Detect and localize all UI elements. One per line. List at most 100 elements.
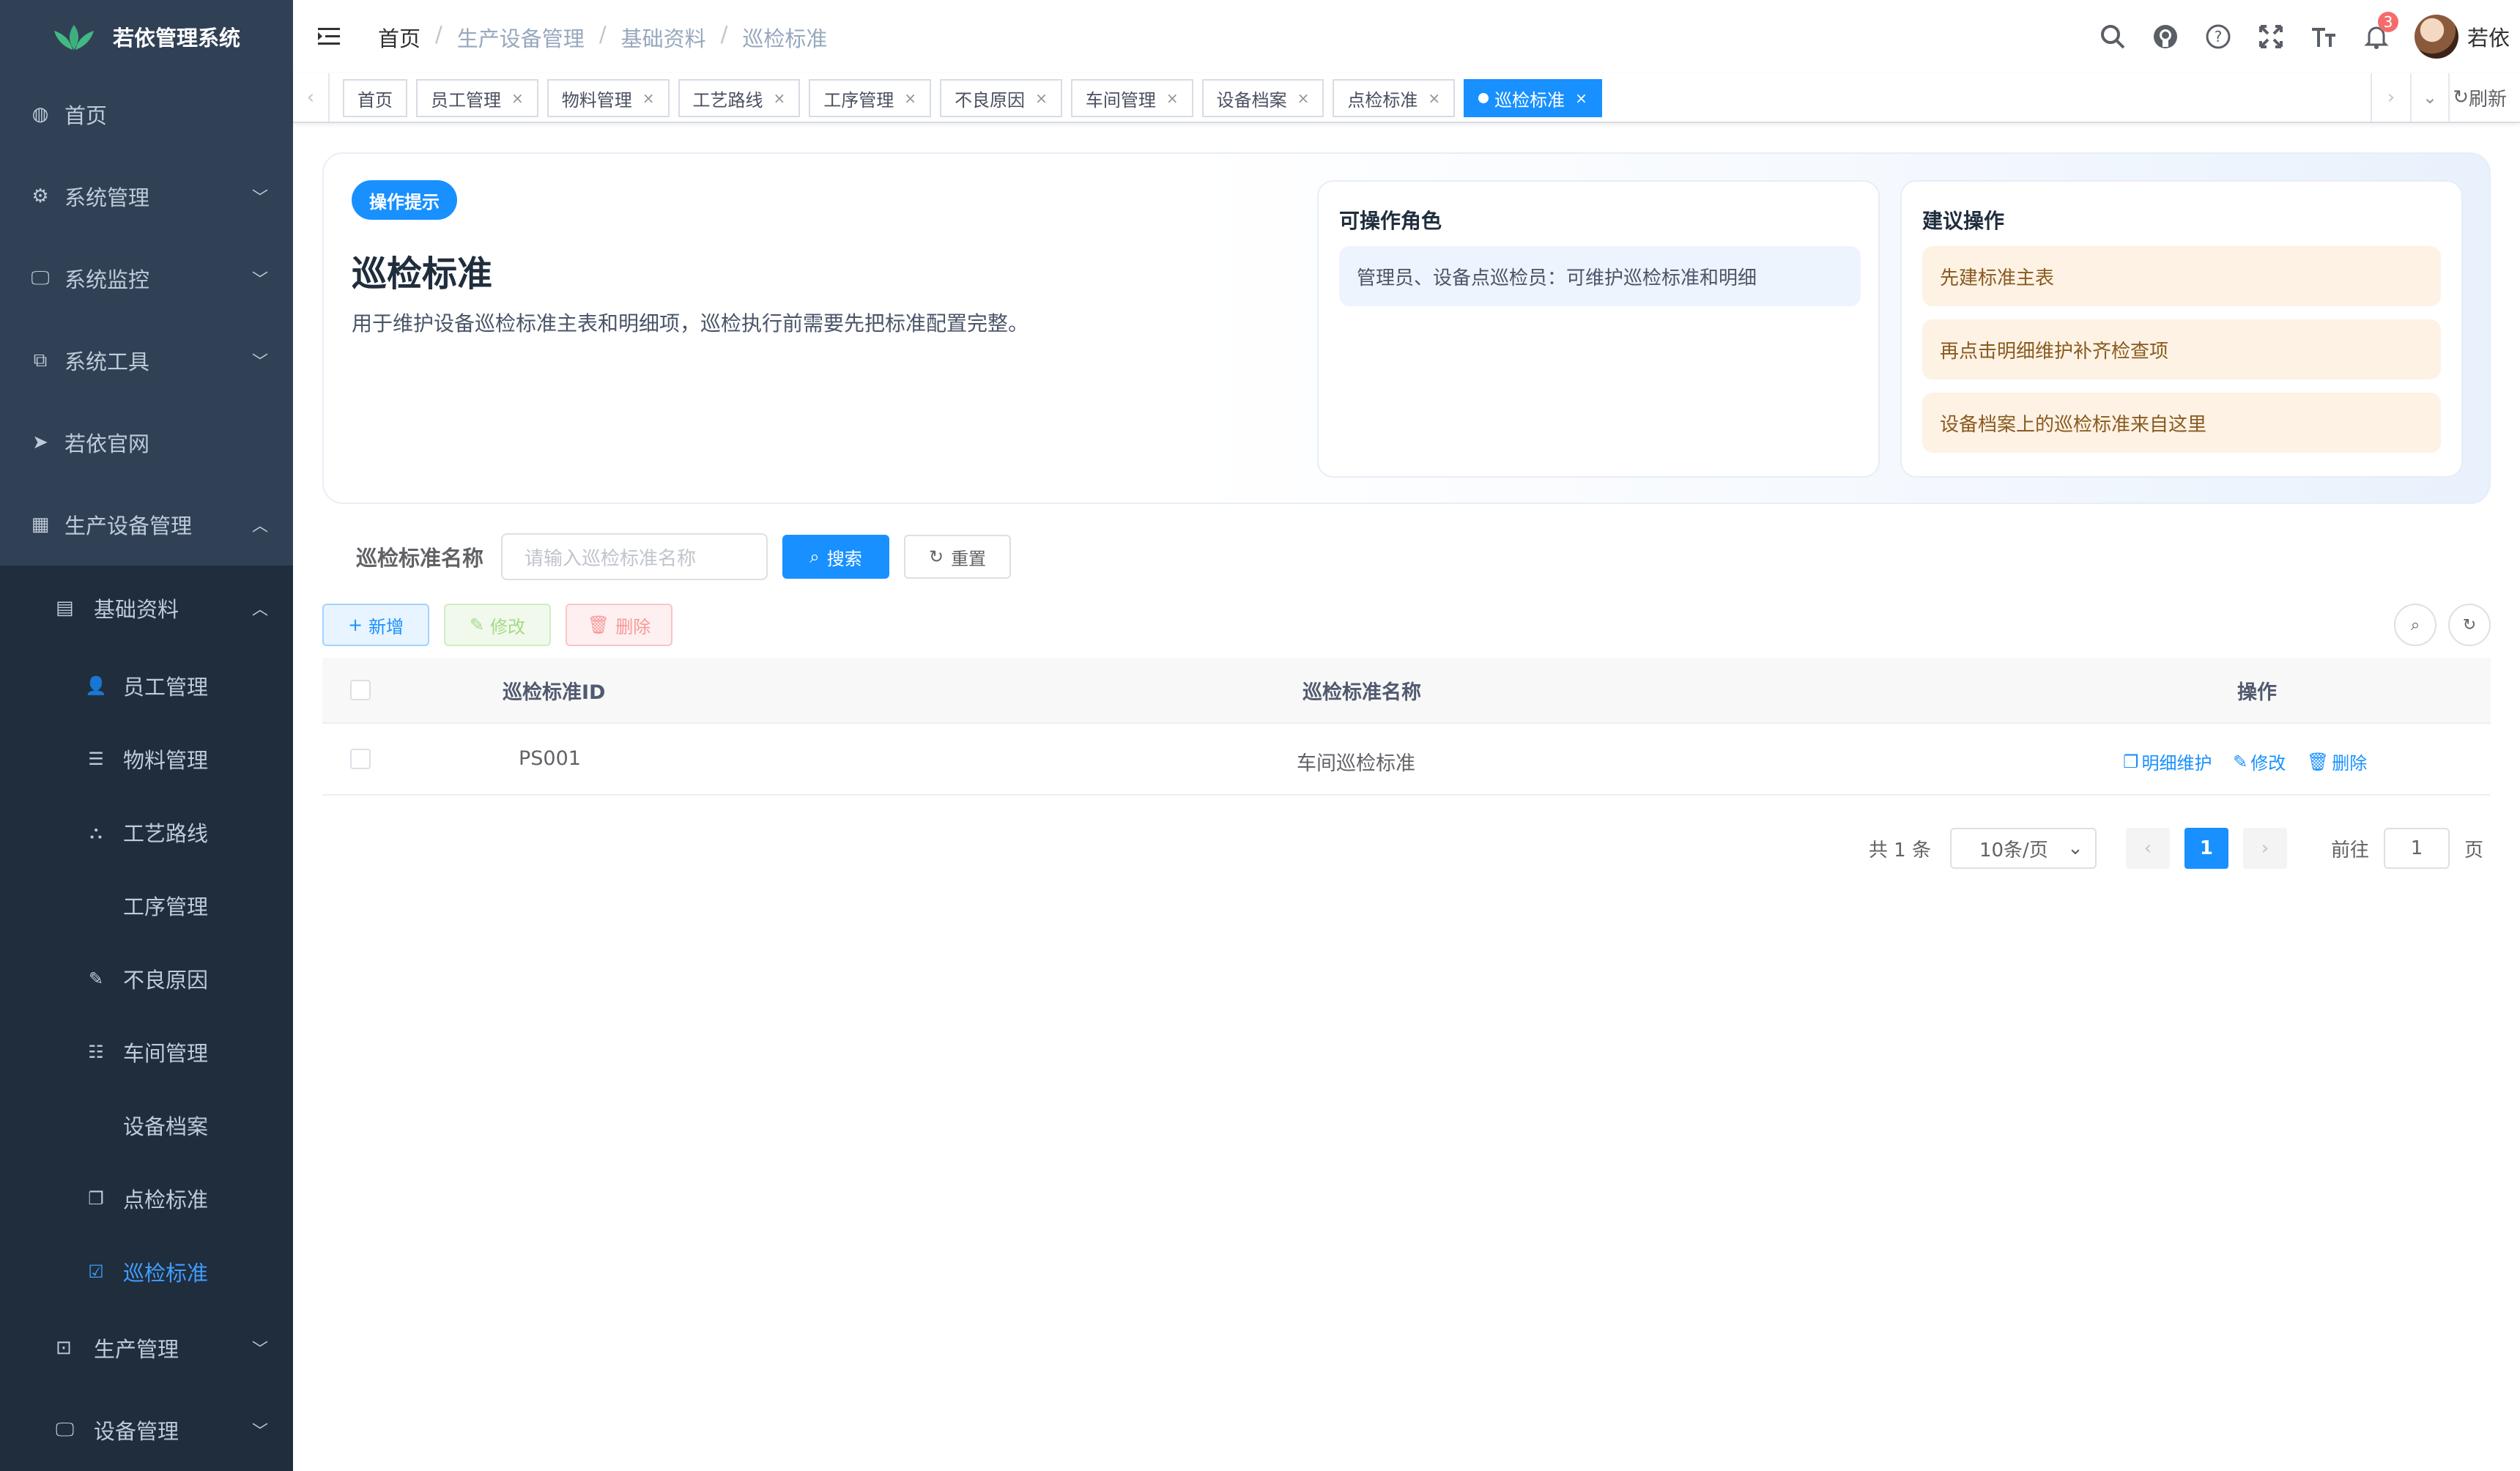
sidebar-item-label: 生产管理 [94,1337,179,1362]
detail-link[interactable]: ❐ 明细维护 [2123,749,2212,774]
tab-6[interactable]: 车间管理 × [1070,79,1193,117]
menu-group-basic-data[interactable]: ▤ 基础资料 ︿ [0,571,293,645]
search-icon[interactable] [2098,22,2127,51]
prev-page-button[interactable]: ‹ [2125,828,2170,869]
close-icon[interactable]: × [1166,89,1179,107]
tab-9[interactable]: 巡检标准 × [1464,79,1602,117]
tab-2[interactable]: 物料管理 × [546,79,670,117]
sidebar-item[interactable]: 🖵 系统监控 ﹀ [0,237,293,319]
logo[interactable]: 若依管理系统 [0,0,293,73]
close-icon[interactable]: × [1575,89,1587,107]
search-label: 巡检标准名称 [356,546,484,571]
search-input[interactable]: 请输入巡检标准名称 [501,533,768,580]
tab-3[interactable]: 工艺路线 × [678,79,801,117]
sidebar-item[interactable]: ⊡ 生产管理 ﹀ [0,1311,293,1385]
refresh-table-button[interactable]: ↻ [2448,604,2491,646]
select-all-checkbox[interactable] [350,680,371,700]
sidebar-item[interactable]: ➤ 若依官网 [0,401,293,483]
avatar[interactable] [2414,15,2458,59]
production-icon: ⊡ [56,1337,72,1359]
tab-7[interactable]: 设备档案 × [1201,79,1324,117]
breadcrumb-item[interactable]: 首页 [378,22,420,53]
close-icon[interactable]: × [774,89,786,107]
hamburger-icon[interactable] [316,23,343,50]
sidebar-item[interactable]: ▦ 生产设备管理 ︿ [0,483,293,566]
fullscreen-icon[interactable] [2256,22,2286,51]
chevron-icon: ﹀ [251,189,268,207]
close-icon[interactable]: × [1428,89,1440,107]
chevron-icon: ﹀ [251,353,268,371]
suggestion-item: 再点击明细维护补齐检查项 [1922,319,2441,379]
row-delete-label: 删除 [2332,753,2368,774]
close-icon[interactable]: × [904,89,916,107]
column-header-name: 巡检标准名称 [1302,681,1421,704]
user-name[interactable]: 若依 [2467,21,2510,52]
sidebar-item[interactable]: ⚙ 系统管理 ﹀ [0,155,293,237]
sidebar-item-label: 系统监控 [64,267,150,292]
chevron-right-icon[interactable]: › [2371,73,2410,122]
sidebar-item-label: 首页 [64,103,108,128]
font-size-icon[interactable] [2309,22,2338,51]
sidebar-subitem[interactable]: ⛬ 工艺路线 [0,796,293,869]
sidebar-item[interactable]: ◍ 首页 [0,73,293,155]
sidebar-subitem[interactable]: ☷ 车间管理 [0,1015,293,1089]
tab-5[interactable]: 不良原因 × [940,79,1062,117]
bell-icon[interactable]: 3 [2362,12,2398,51]
refresh-button[interactable]: ↻ 刷新 [2453,73,2507,122]
app-title: 若依管理系统 [113,26,241,51]
search-button[interactable]: ⌕ 搜索 [782,535,890,579]
next-page-button[interactable]: › [2242,828,2287,869]
reset-button-label: 重置 [951,548,987,569]
sidebar-subitem[interactable]: 👤 员工管理 [0,649,293,722]
sidebar-subitem[interactable]: ☰ 物料管理 [0,722,293,796]
sidebar-subitem[interactable]: ✎ 不良原因 [0,942,293,1015]
refresh-icon: ↻ [2462,615,2477,634]
roles-title: 可操作角色 [1339,209,1442,233]
sidebar-item-label: 系统管理 [64,185,150,210]
row-delete-link[interactable]: 🗑 删除 [2307,749,2367,774]
tab-label: 点检标准 [1347,89,1418,111]
close-icon[interactable]: × [1035,89,1048,107]
sidebar-subitem[interactable]: 工序管理 [0,869,293,942]
breadcrumb-separator: / [598,22,607,47]
search-icon: ⌕ [2410,615,2420,634]
row-edit-link[interactable]: ✎ 修改 [2233,749,2286,774]
tab-4[interactable]: 工序管理 × [809,79,932,117]
question-icon[interactable]: ? [2204,22,2233,51]
page-size-value: 10条/页 [1979,839,2048,862]
close-icon[interactable]: × [511,89,524,107]
row-checkbox[interactable] [350,749,371,769]
add-button[interactable]: + 新增 [322,604,429,646]
sidebar-subitem[interactable]: 设备档案 [0,1089,293,1162]
delete-button[interactable]: 🗑 删除 [566,604,672,646]
sidebar-item[interactable]: 🖵 设备管理 ﹀ [0,1393,293,1467]
page-size-select[interactable]: 10条/页 ⌄ [1949,828,2097,869]
plus-icon: + [347,615,363,635]
breadcrumb-separator: / [720,22,728,47]
sidebar-subitem-label: 物料管理 [123,748,209,773]
toggle-search-button[interactable]: ⌕ [2394,604,2436,646]
tab-0[interactable]: 首页 [343,79,407,117]
reset-button[interactable]: ↻ 重置 [904,535,1012,579]
row-edit-label: 修改 [2250,753,2286,774]
page-number-current[interactable]: 1 [2184,828,2228,869]
sidebar-item[interactable]: ⧉ 系统工具 ﹀ [0,319,293,401]
tab-1[interactable]: 员工管理 × [416,79,538,117]
tab-8[interactable]: 点检标准 × [1333,79,1456,117]
github-icon[interactable] [2151,22,2180,51]
close-icon[interactable]: × [1297,89,1310,107]
tree-icon: ⛬ [89,822,103,842]
chevron-down-icon[interactable]: ⌄ [2410,73,2450,122]
sidebar-subitem-label: 不良原因 [123,968,209,993]
tab-label: 工序管理 [823,89,894,111]
tab-label: 工艺路线 [692,89,763,111]
sidebar-subitem[interactable]: ☑ 巡检标准 [0,1235,293,1308]
sidebar-item-label: 生产设备管理 [64,514,193,538]
edit-icon: ✎ [88,968,104,989]
sidebar-subitem[interactable]: ❐ 点检标准 [0,1162,293,1235]
goto-page-input[interactable]: 1 [2383,828,2450,869]
refresh-icon: ↻ [2453,86,2469,108]
edit-button[interactable]: ✎ 修改 [444,604,551,646]
close-icon[interactable]: × [642,89,655,107]
chevron-left-icon[interactable]: ‹ [293,73,330,122]
